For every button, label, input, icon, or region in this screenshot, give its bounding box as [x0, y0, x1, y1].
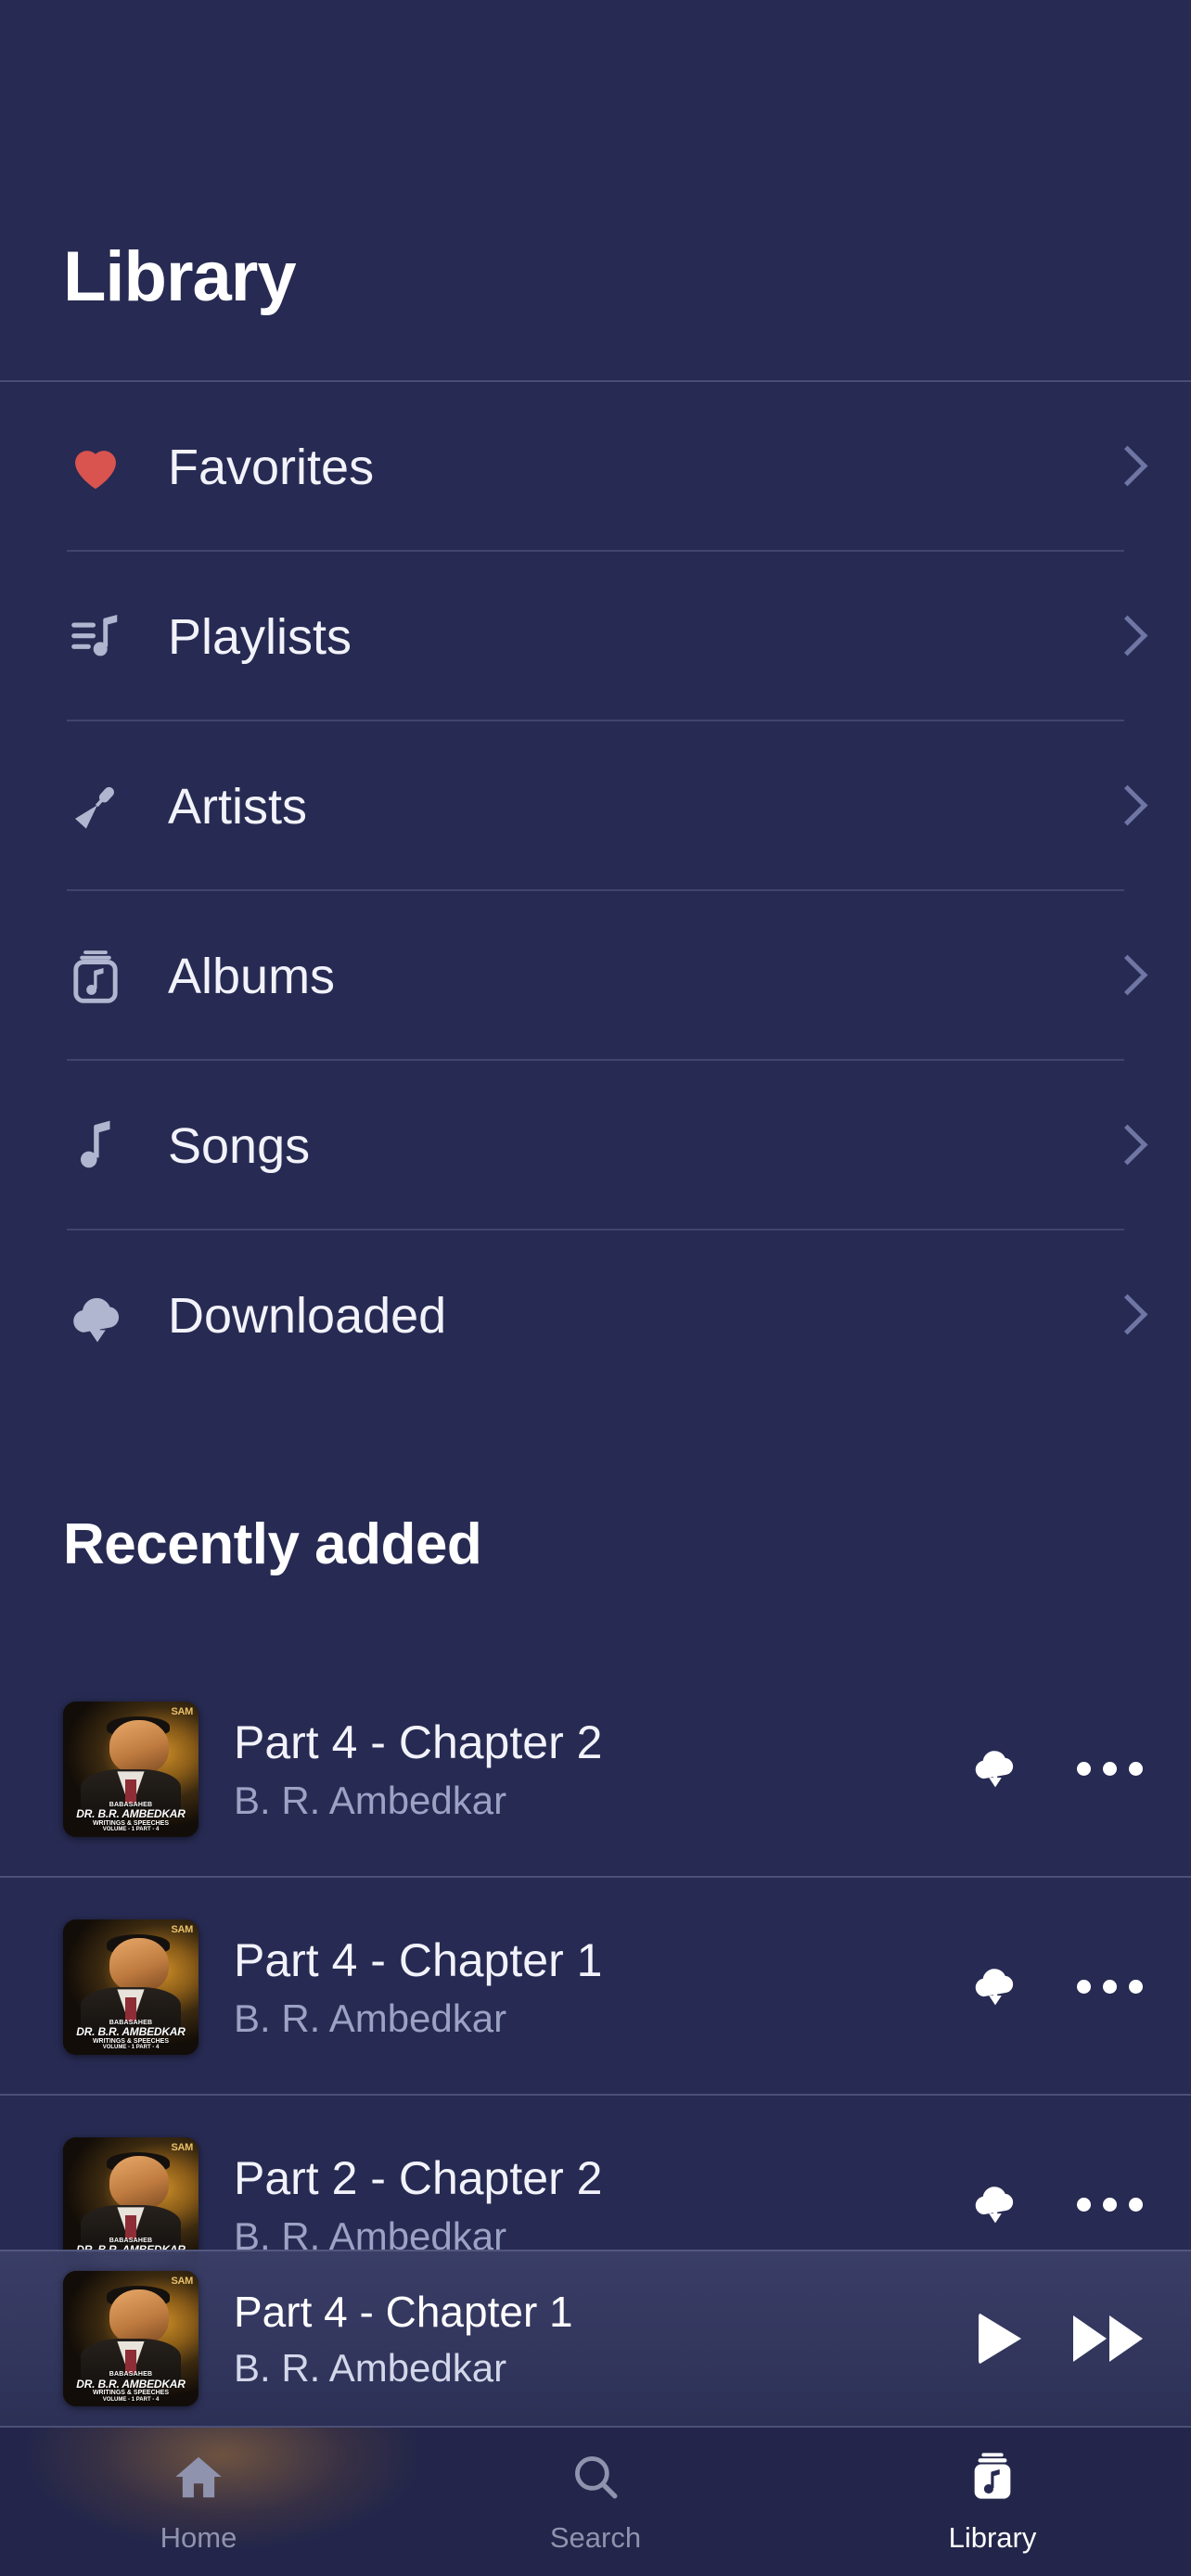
library-screen: Library Favorites Playlists Artists Albu…	[0, 0, 1191, 2576]
track-info: Part 4 - Chapter 1 B. R. Ambedkar	[234, 1933, 969, 2041]
search-icon	[569, 2450, 622, 2508]
album-icon	[966, 2450, 1019, 2508]
cloud-download-icon[interactable]	[969, 1741, 1021, 1797]
overflow-menu-button[interactable]	[1077, 1980, 1143, 1994]
library-list: Favorites Playlists Artists Albums Songs…	[0, 382, 1191, 1400]
chevron-right-icon	[1111, 1122, 1139, 1170]
album-art: SAM BABASAHEB DR. B.R. AMBEDKAR WRITINGS…	[63, 1701, 198, 1837]
mini-player-title: Part 4 - Chapter 1	[234, 2288, 573, 2336]
sam-logo: SAM	[171, 1923, 193, 1935]
sam-logo: SAM	[171, 2141, 193, 2153]
bottom-navigation: Home Search Library	[0, 2426, 1191, 2576]
sidebar-item-label: Favorites	[168, 439, 375, 495]
sidebar-item-playlists[interactable]: Playlists	[0, 552, 1191, 721]
playlist-icon	[67, 608, 139, 666]
sidebar-item-label: Songs	[168, 1117, 311, 1174]
sidebar-item-label: Playlists	[168, 608, 352, 665]
overflow-menu-button[interactable]	[1077, 2198, 1143, 2212]
sidebar-item-label: Albums	[168, 948, 336, 1004]
chevron-right-icon	[1111, 443, 1139, 491]
heart-icon	[67, 439, 139, 496]
track-title: Part 2 - Chapter 2	[234, 2151, 603, 2204]
sidebar-item-albums[interactable]: Albums	[0, 891, 1191, 1061]
chevron-right-icon	[1111, 783, 1139, 831]
album-art-line4: VOLUME - 1 PART - 4	[102, 1827, 160, 1833]
tab-label: Home	[160, 2520, 237, 2554]
play-button[interactable]	[979, 2313, 1021, 2365]
section-title-recently-added: Recently added	[63, 1512, 482, 1576]
sidebar-item-label: Artists	[168, 778, 308, 835]
track-actions	[969, 2176, 1143, 2233]
sidebar-item-label: Downloaded	[168, 1287, 447, 1344]
chevron-right-icon	[1111, 952, 1139, 1001]
track-artist: B. R. Ambedkar	[234, 1778, 507, 1822]
sidebar-item-songs[interactable]: Songs	[0, 1061, 1191, 1231]
music-note-icon	[67, 1117, 139, 1175]
track-row[interactable]: SAM BABASAHEB DR. B.R. AMBEDKAR WRITINGS…	[0, 1660, 1191, 1878]
tab-library[interactable]: Library	[794, 2428, 1191, 2576]
track-actions	[969, 1958, 1143, 2015]
track-artist: B. R. Ambedkar	[234, 1996, 507, 2040]
track-actions	[969, 1741, 1143, 1797]
album-art-line2: DR. B.R. AMBEDKAR	[76, 1807, 186, 1821]
page-title: Library	[63, 237, 297, 316]
recently-added-list: SAM BABASAHEB DR. B.R. AMBEDKAR WRITINGS…	[0, 1660, 1191, 2314]
cloud-download-icon	[67, 1285, 139, 1346]
microphone-icon	[67, 778, 139, 835]
home-icon	[172, 2450, 225, 2508]
tab-label: Search	[549, 2520, 642, 2554]
tab-home[interactable]: Home	[0, 2428, 397, 2576]
album-art: SAM BABASAHEB DR. B.R. AMBEDKAR WRITINGS…	[63, 1919, 198, 2055]
sidebar-item-favorites[interactable]: Favorites	[0, 382, 1191, 552]
album-art-line2: DR. B.R. AMBEDKAR	[76, 2025, 186, 2039]
chevron-right-icon	[1111, 1292, 1139, 1340]
album-art-line4: VOLUME - 1 PART - 4	[102, 2045, 160, 2051]
track-title: Part 4 - Chapter 2	[234, 1715, 603, 1768]
cloud-download-icon[interactable]	[969, 2176, 1021, 2233]
album-art-line2: DR. B.R. AMBEDKAR	[76, 2377, 186, 2391]
track-info: Part 2 - Chapter 2 B. R. Ambedkar	[234, 2151, 969, 2259]
mini-player-artist: B. R. Ambedkar	[234, 2346, 507, 2390]
mini-player-info: Part 4 - Chapter 1 B. R. Ambedkar	[234, 2287, 979, 2391]
track-row[interactable]: SAM BABASAHEB DR. B.R. AMBEDKAR WRITINGS…	[0, 1878, 1191, 2096]
sidebar-item-downloaded[interactable]: Downloaded	[0, 1231, 1191, 1400]
mini-player-album-art: SAM BABASAHEB DR. B.R. AMBEDKAR WRITINGS…	[63, 2271, 198, 2406]
album-art-line4: VOLUME - 1 PART - 4	[102, 2396, 160, 2403]
overflow-menu-button[interactable]	[1077, 1762, 1143, 1776]
album-icon	[67, 948, 139, 1005]
track-title: Part 4 - Chapter 1	[234, 1933, 603, 1986]
sam-logo: SAM	[171, 2276, 193, 2287]
sidebar-item-artists[interactable]: Artists	[0, 721, 1191, 891]
mini-player[interactable]: SAM BABASAHEB DR. B.R. AMBEDKAR WRITINGS…	[0, 2250, 1191, 2426]
tab-label: Library	[948, 2520, 1037, 2554]
chevron-right-icon	[1111, 613, 1139, 661]
sam-logo: SAM	[171, 1705, 193, 1717]
album-art-line3: WRITINGS & SPEECHES	[92, 2390, 170, 2397]
mini-player-controls	[979, 2313, 1143, 2365]
track-info: Part 4 - Chapter 2 B. R. Ambedkar	[234, 1715, 969, 1823]
tab-search[interactable]: Search	[397, 2428, 794, 2576]
skip-next-button[interactable]	[1073, 2315, 1143, 2362]
cloud-download-icon[interactable]	[969, 1958, 1021, 2015]
